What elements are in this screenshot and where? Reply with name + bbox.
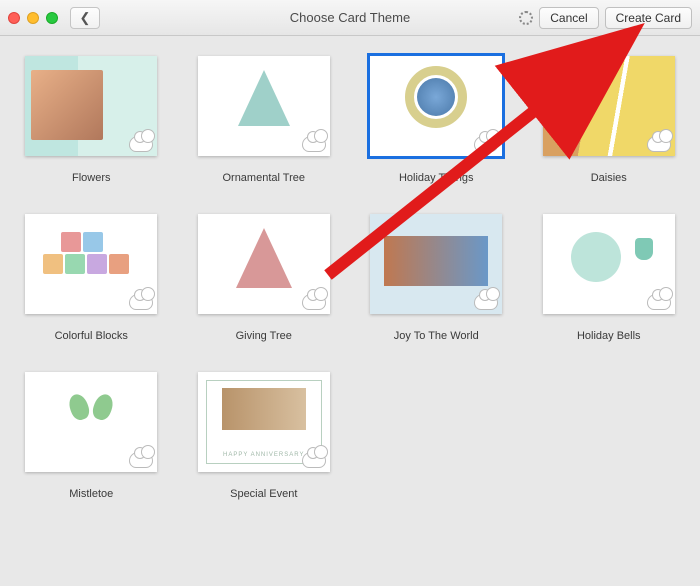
theme-thumbnail[interactable] — [198, 214, 330, 314]
theme-flowers[interactable]: Flowers — [16, 56, 167, 184]
content-area: Flowers Ornamental Tree Holiday Tidings Dai… — [0, 36, 700, 586]
theme-thumbnail[interactable] — [198, 56, 330, 156]
theme-label: Ornamental Tree — [222, 172, 305, 184]
titlebar-right: Cancel Create Card — [519, 7, 692, 29]
loading-spinner-icon — [519, 11, 533, 25]
theme-bells[interactable]: Holiday Bells — [534, 214, 685, 342]
theme-thumbnail[interactable] — [25, 56, 157, 156]
back-button[interactable]: ❮ — [70, 7, 100, 29]
cloud-icon — [302, 294, 326, 310]
theme-grid: Flowers Ornamental Tree Holiday Tidings Dai… — [16, 56, 684, 500]
create-card-button[interactable]: Create Card — [605, 7, 692, 29]
theme-label: Flowers — [72, 172, 111, 184]
cancel-button[interactable]: Cancel — [539, 7, 598, 29]
close-icon[interactable] — [8, 12, 20, 24]
theme-thumbnail[interactable] — [25, 372, 157, 472]
cloud-icon — [129, 136, 153, 152]
cloud-icon — [302, 136, 326, 152]
theme-label: Special Event — [230, 488, 297, 500]
theme-label: Daisies — [591, 172, 627, 184]
theme-label: Giving Tree — [236, 330, 292, 342]
theme-thumbnail[interactable] — [370, 56, 502, 156]
window-controls — [8, 12, 58, 24]
theme-ornamental[interactable]: Ornamental Tree — [189, 56, 340, 184]
theme-colorful[interactable]: Colorful Blocks — [16, 214, 167, 342]
theme-thumbnail[interactable]: HAPPY ANNIVERSARY — [198, 372, 330, 472]
cloud-icon — [129, 294, 153, 310]
theme-mistle[interactable]: Mistletoe — [16, 372, 167, 500]
theme-label: Holiday Bells — [577, 330, 641, 342]
theme-label: Joy To The World — [394, 330, 479, 342]
cloud-icon — [302, 452, 326, 468]
cloud-icon — [647, 294, 671, 310]
theme-daisies[interactable]: Daisies — [534, 56, 685, 184]
minimize-icon[interactable] — [27, 12, 39, 24]
theme-special[interactable]: HAPPY ANNIVERSARY Special Event — [189, 372, 340, 500]
theme-holiday[interactable]: Holiday Tidings — [361, 56, 512, 184]
theme-thumbnail[interactable] — [543, 214, 675, 314]
cloud-icon — [474, 294, 498, 310]
theme-label: Colorful Blocks — [55, 330, 128, 342]
chevron-left-icon: ❮ — [80, 10, 91, 26]
theme-joy[interactable]: Joy To The World — [361, 214, 512, 342]
theme-thumbnail[interactable] — [370, 214, 502, 314]
theme-label: Holiday Tidings — [399, 172, 474, 184]
theme-giving[interactable]: Giving Tree — [189, 214, 340, 342]
cloud-icon — [474, 136, 498, 152]
theme-thumbnail[interactable] — [543, 56, 675, 156]
theme-thumbnail[interactable] — [25, 214, 157, 314]
window-title: Choose Card Theme — [290, 10, 410, 25]
titlebar: ❮ Choose Card Theme Cancel Create Card — [0, 0, 700, 36]
cloud-icon — [129, 452, 153, 468]
cloud-icon — [647, 136, 671, 152]
theme-label: Mistletoe — [69, 488, 113, 500]
zoom-icon[interactable] — [46, 12, 58, 24]
